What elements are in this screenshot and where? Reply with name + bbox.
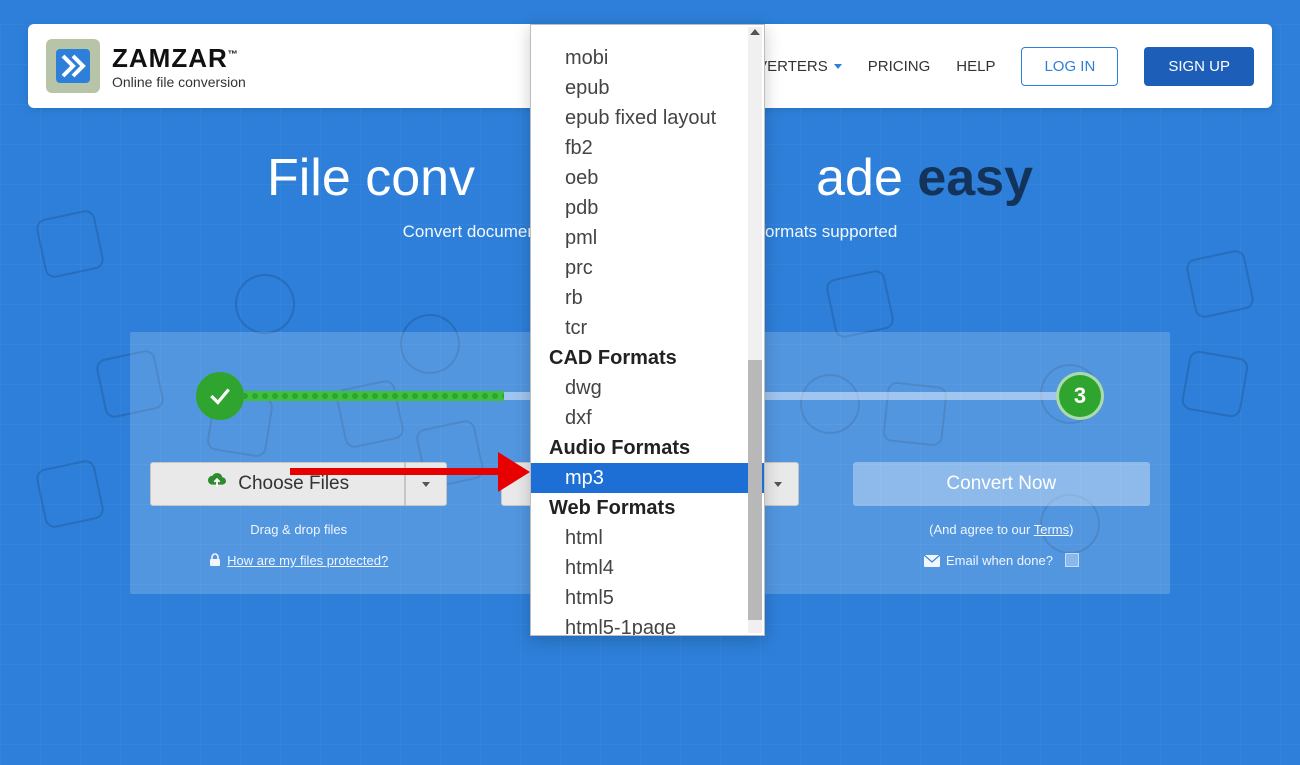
format-group-audio: Audio Formats <box>531 433 764 463</box>
format-option[interactable]: html <box>531 523 764 553</box>
brand-name: ZAMZAR <box>112 43 228 73</box>
agree-post: ) <box>1069 522 1073 537</box>
format-option[interactable]: pml <box>531 223 764 253</box>
format-option[interactable]: mobi <box>531 43 764 73</box>
nav-pricing[interactable]: PRICING <box>868 58 931 75</box>
caret-down-icon <box>774 482 782 487</box>
format-option[interactable]: dwg <box>531 373 764 403</box>
lock-icon <box>209 553 221 570</box>
caret-down-icon <box>834 64 842 69</box>
format-option[interactable]: html5-1page <box>531 613 764 636</box>
hero-title-pre: File conv <box>267 149 475 207</box>
agree-terms: (And agree to our Terms) <box>853 522 1150 537</box>
format-group-cad: CAD Formats <box>531 343 764 373</box>
brand-tagline: Online file conversion <box>112 74 246 90</box>
agree-pre: (And agree to our <box>929 522 1034 537</box>
envelope-icon <box>924 555 940 570</box>
format-option[interactable]: dxf <box>531 403 764 433</box>
terms-link[interactable]: Terms <box>1034 522 1069 537</box>
top-nav: CONVERTERS PRICING HELP LOG IN SIGN UP <box>724 47 1254 86</box>
format-group-web: Web Formats <box>531 493 764 523</box>
signup-button[interactable]: SIGN UP <box>1144 47 1254 86</box>
format-option-selected[interactable]: mp3 <box>531 463 764 493</box>
step-3: 3 <box>1056 372 1104 420</box>
annotation-arrow <box>290 452 530 492</box>
hero-sub-post: + formats supported <box>746 222 898 241</box>
format-option[interactable]: epub fixed layout <box>531 103 764 133</box>
files-protected-link[interactable]: How are my files protected? <box>227 553 388 568</box>
step-1-done <box>196 372 244 420</box>
drag-drop-hint: Drag & drop files <box>150 522 447 537</box>
format-option[interactable]: html5 <box>531 583 764 613</box>
check-icon <box>207 383 233 409</box>
email-when-done-checkbox[interactable] <box>1065 553 1079 567</box>
format-option[interactable]: prc <box>531 253 764 283</box>
scrollbar-thumb[interactable] <box>748 360 762 620</box>
format-option[interactable]: pdb <box>531 193 764 223</box>
format-dropdown[interactable]: mobi epub epub fixed layout fb2 oeb pdb … <box>530 24 765 636</box>
format-option[interactable]: fb2 <box>531 133 764 163</box>
logo-arrows-icon <box>46 39 100 93</box>
format-option[interactable]: html4 <box>531 553 764 583</box>
convert-now-button[interactable]: Convert Now <box>853 462 1150 506</box>
format-option[interactable]: tcr <box>531 313 764 343</box>
cloud-upload-icon <box>206 472 228 496</box>
hero-title-mid: ade <box>816 149 917 207</box>
hero-title-easy: easy <box>917 149 1033 207</box>
format-option[interactable]: epub <box>531 73 764 103</box>
format-option[interactable]: oeb <box>531 163 764 193</box>
format-option[interactable]: rb <box>531 283 764 313</box>
email-when-done-label: Email when done? <box>946 553 1053 568</box>
logo[interactable]: ZAMZAR™ Online file conversion <box>46 39 246 93</box>
scroll-up-arrow-icon[interactable] <box>750 29 760 35</box>
login-button[interactable]: LOG IN <box>1021 47 1118 86</box>
nav-help[interactable]: HELP <box>956 58 995 75</box>
